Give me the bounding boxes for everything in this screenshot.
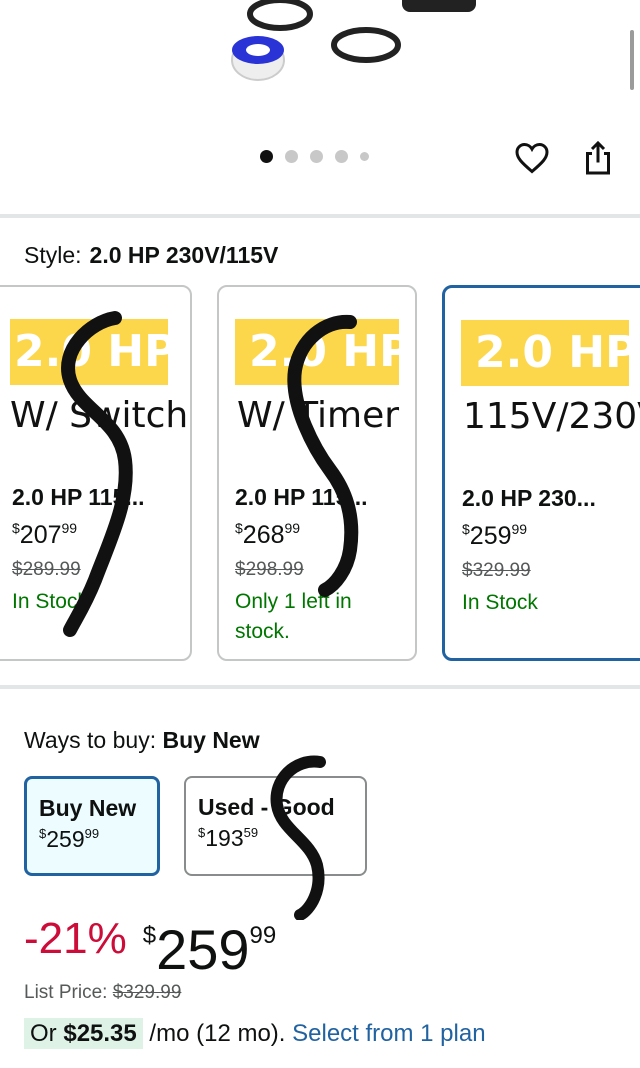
- product-image: [231, 0, 476, 81]
- variant-price: $20799: [12, 520, 78, 549]
- ways-label: Ways to buy:: [24, 727, 157, 753]
- variant-title: 2.0 HP 115...: [235, 484, 368, 510]
- variant-title: 2.0 HP 230...: [462, 485, 596, 511]
- variant-thumbnail: 2.0 HP 115V/230V: [445, 288, 640, 468]
- variant-list-price: $329.99: [462, 560, 531, 581]
- variant-list-price: $298.99: [235, 559, 304, 580]
- buy-new-option[interactable]: Buy New $25999: [24, 776, 160, 876]
- gallery-dot-1[interactable]: [260, 150, 273, 163]
- variant-card-timer[interactable]: 2.0 HP W/ Timer 2.0 HP 115... $26899 $29…: [217, 285, 417, 661]
- ways-to-buy-heading: Ways to buy: Buy New: [24, 727, 260, 754]
- monthly-payment: Or $25.35 /mo (12 mo). Select from 1 pla…: [24, 1018, 486, 1049]
- product-image-gallery[interactable]: [0, 0, 640, 215]
- share-icon: [586, 140, 610, 175]
- gallery-dot-3[interactable]: [310, 150, 323, 163]
- variant-stock: Only 1 left in stock.: [235, 590, 352, 643]
- buy-option-title: Buy New: [39, 795, 137, 821]
- style-label: Style:: [24, 242, 82, 268]
- variant-thumbnail: 2.0 HP W/ Switch: [0, 287, 190, 467]
- variant-thumb-subtitle: W/ Timer: [237, 395, 400, 436]
- ways-value: Buy New: [162, 727, 260, 753]
- image-scrollbar[interactable]: [630, 30, 634, 90]
- monthly-term: /mo (12 mo).: [149, 1020, 286, 1047]
- style-heading: Style: 2.0 HP 230V/115V: [24, 242, 278, 269]
- variant-thumbnail: 2.0 HP W/ Timer: [219, 287, 415, 467]
- variant-thumb-subtitle: 115V/230V: [463, 396, 640, 437]
- variant-card-switch[interactable]: 2.0 HP W/ Switch 2.0 HP 115... $20799 $2…: [0, 285, 192, 661]
- select-plan-link[interactable]: Select from 1 plan: [292, 1020, 485, 1047]
- gallery-dot-4[interactable]: [335, 150, 348, 163]
- wishlist-button[interactable]: [514, 140, 550, 176]
- list-price: List Price: $329.99: [24, 982, 182, 1003]
- variant-hp-band: 2.0 HP: [461, 320, 629, 386]
- buy-option-title: Used - Good: [198, 794, 335, 820]
- heart-icon: [515, 142, 549, 174]
- variant-price: $26899: [235, 520, 301, 549]
- gallery-dots[interactable]: [260, 150, 369, 163]
- style-value: 2.0 HP 230V/115V: [89, 242, 279, 268]
- share-button[interactable]: [580, 140, 616, 176]
- used-good-option[interactable]: Used - Good $19359: [184, 776, 367, 876]
- section-divider: [0, 685, 640, 689]
- price-block: -21% $25999: [24, 908, 276, 978]
- monthly-amount-highlight: Or $25.35: [24, 1018, 143, 1049]
- variant-title: 2.0 HP 115...: [12, 484, 145, 510]
- gallery-dot-5[interactable]: [360, 152, 369, 161]
- style-variant-list[interactable]: 2.0 HP W/ Switch 2.0 HP 115... $20799 $2…: [0, 285, 640, 663]
- variant-list-price: $289.99: [12, 559, 81, 580]
- variant-stock: In Stock: [12, 590, 88, 613]
- current-price: $25999: [142, 918, 277, 981]
- gallery-dot-2[interactable]: [285, 150, 298, 163]
- variant-thumb-subtitle: W/ Switch: [10, 395, 189, 436]
- variant-stock: In Stock: [462, 591, 538, 614]
- section-divider: [0, 214, 640, 218]
- variant-hp-band: 2.0 HP: [235, 319, 399, 385]
- buy-option-price: $25999: [39, 826, 100, 852]
- discount-percent: -21%: [24, 914, 127, 963]
- variant-card-selected[interactable]: 2.0 HP 115V/230V 2.0 HP 230... $25999 $3…: [442, 285, 640, 661]
- variant-hp-band: 2.0 HP: [10, 319, 168, 385]
- buy-option-price: $19359: [198, 825, 259, 851]
- variant-price: $25999: [462, 521, 528, 550]
